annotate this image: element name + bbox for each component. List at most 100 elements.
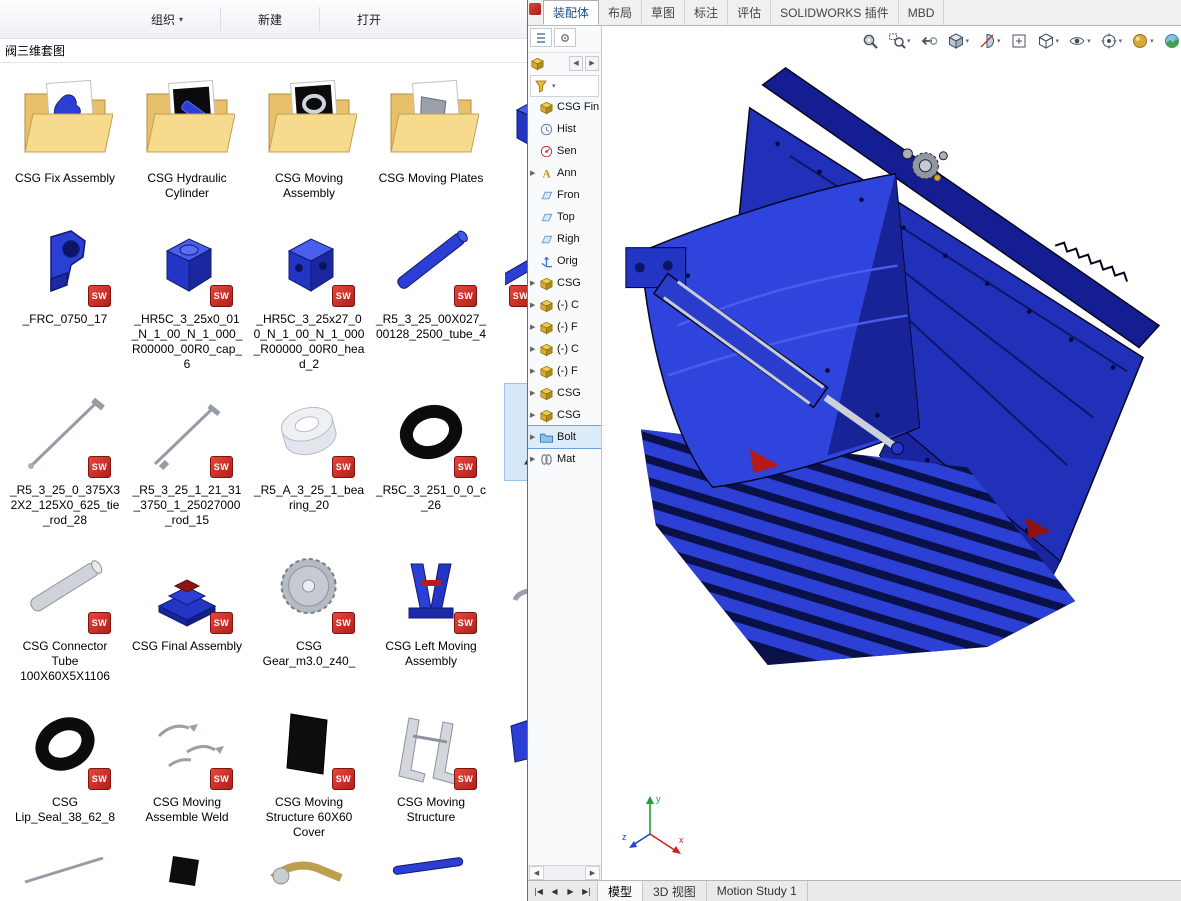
tree-item[interactable]: ▶Mat: [528, 448, 601, 470]
expand-arrow-icon[interactable]: ▶: [530, 389, 539, 397]
file-item[interactable]: SWCSG Moving Structure: [370, 696, 492, 825]
tree-filter[interactable]: ▾: [530, 75, 599, 97]
organize-button[interactable]: 组织 ▾: [140, 6, 194, 33]
chevron-down-icon: ▾: [907, 37, 911, 45]
edit-appearance-icon[interactable]: ▾: [1128, 30, 1157, 52]
tree-item[interactable]: CSG Fin: [528, 96, 601, 118]
panel-forward-button[interactable]: ▶: [585, 56, 599, 71]
file-item[interactable]: [248, 852, 370, 901]
tree-item[interactable]: ▶(-) C: [528, 338, 601, 360]
view-settings-icon[interactable]: ▾: [1097, 30, 1126, 52]
file-item[interactable]: SWCSG Lip_Seal_38_62_8: [4, 696, 126, 825]
expand-arrow-icon[interactable]: ▶: [530, 367, 539, 375]
tree-item[interactable]: ▶Bolt: [528, 426, 601, 448]
expand-arrow-icon[interactable]: ▶: [530, 323, 539, 331]
tree-item[interactable]: ▶ CSG: [528, 382, 601, 404]
folder-title: 阀三维套图: [0, 39, 560, 63]
file-item[interactable]: SW_R5_A_3_25_1_bearing_20: [248, 384, 370, 513]
scroll-right-button[interactable]: ▶: [585, 866, 600, 880]
new-button[interactable]: 新建: [247, 6, 293, 33]
zoom-to-area-icon[interactable]: ▾: [885, 30, 914, 52]
tree-item-label: CSG: [557, 387, 581, 399]
graphics-viewport[interactable]: y x z ▾▾▾▾▾▾▾▾: [528, 26, 1181, 880]
tree-item[interactable]: Righ: [528, 228, 601, 250]
expand-arrow-icon[interactable]: ▶: [530, 433, 539, 441]
file-item[interactable]: SW_R5C_3_251_0_0_c_26: [370, 384, 492, 513]
tab-scroll-prev-button[interactable]: ◀: [547, 887, 562, 896]
panel-back-button[interactable]: ◀: [569, 56, 583, 71]
tab-scroll-first-button[interactable]: |◀: [531, 887, 546, 896]
tab-scroll-next-button[interactable]: ▶: [563, 887, 578, 896]
file-item[interactable]: [126, 852, 248, 901]
file-label: _R5_A_3_25_1_bearing_20: [253, 483, 365, 513]
file-item[interactable]: SW_FRC_0750_17: [4, 213, 126, 327]
expand-arrow-icon[interactable]: ▶: [530, 455, 539, 463]
tree-item[interactable]: ▶CSG: [528, 404, 601, 426]
file-item[interactable]: SWCSG Final Assembly: [126, 540, 248, 654]
file-item[interactable]: [4, 852, 126, 901]
file-thumbnail: [17, 852, 113, 901]
file-thumbnail: SW: [139, 696, 235, 792]
tree-item[interactable]: Orig: [528, 250, 601, 272]
bottom-tab-Motion Study 1[interactable]: Motion Study 1: [707, 881, 808, 901]
tree-item[interactable]: ▶CSG: [528, 272, 601, 294]
tree-item[interactable]: Hist: [528, 118, 601, 140]
ribbon-tab-装配体[interactable]: 装配体: [543, 0, 599, 25]
file-explorer-window: 组织 ▾ 新建 打开 阀三维套图 CSG Fix AssemblyCSG Hyd…: [0, 0, 560, 901]
dynamic-assembly-motion-icon[interactable]: [1007, 30, 1031, 52]
expand-arrow-icon[interactable]: ▶: [530, 301, 539, 309]
file-item[interactable]: SWCSG Left Moving Assembly: [370, 540, 492, 669]
open-button[interactable]: 打开: [346, 6, 392, 33]
display-style-icon[interactable]: ▾: [1034, 30, 1063, 52]
tree-item[interactable]: ▶AAnn: [528, 162, 601, 184]
tree-item-label: CSG Fin: [557, 101, 599, 113]
propertymanager-tab[interactable]: [554, 28, 576, 47]
tree-item[interactable]: ▶(-) F: [528, 316, 601, 338]
file-item[interactable]: CSG Hydraulic Cylinder: [126, 72, 248, 201]
file-item[interactable]: SW_HR5C_3_25x0_01_N_1_00_N_1_000_R00000_…: [126, 213, 248, 372]
ribbon-tab-MBD[interactable]: MBD: [899, 0, 945, 25]
previous-view-icon[interactable]: [917, 30, 941, 52]
component-icon: [539, 407, 555, 423]
ribbon-tab-布局[interactable]: 布局: [599, 0, 642, 25]
file-item[interactable]: CSG Fix Assembly: [4, 72, 126, 186]
ribbon-tab-SOLIDWORKS 插件[interactable]: SOLIDWORKS 插件: [771, 0, 899, 25]
tab-scroll-last-button[interactable]: ▶|: [579, 887, 594, 896]
expand-arrow-icon[interactable]: ▶: [530, 345, 539, 353]
ribbon-tab-评估[interactable]: 评估: [728, 0, 771, 25]
file-item[interactable]: SWCSG Gear_m3.0_z40_: [248, 540, 370, 669]
file-item[interactable]: SW_HR5C_3_25x27_00_N_1_00_N_1_000_R00000…: [248, 213, 370, 372]
component-icon: [539, 319, 555, 335]
zoom-fit-icon[interactable]: [858, 30, 882, 52]
tree-horizontal-scrollbar[interactable]: ◀ ▶: [528, 865, 601, 880]
file-item[interactable]: [370, 852, 492, 901]
bottom-tab-模型[interactable]: 模型: [598, 881, 643, 901]
expand-arrow-icon[interactable]: ▶: [530, 169, 539, 177]
tree-item[interactable]: ▶(-) F: [528, 360, 601, 382]
featuremanager-tab[interactable]: [530, 28, 552, 47]
view-orientation-icon[interactable]: ▾: [944, 30, 973, 52]
panel-tab-strip: [528, 26, 601, 53]
expand-arrow-icon[interactable]: ▶: [530, 411, 539, 419]
file-label: CSG Moving Assemble Weld: [131, 795, 243, 825]
file-item[interactable]: SW_R5_3_25_00X027_00128_2500_tube_4: [370, 213, 492, 342]
file-item[interactable]: SW_R5_3_25_1_21_31_3750_1_25027000_rod_1…: [126, 384, 248, 528]
file-item[interactable]: SWCSG Connector Tube 100X60X5X1106: [4, 540, 126, 684]
section-view-icon[interactable]: ▾: [975, 30, 1004, 52]
ribbon-tab-标注[interactable]: 标注: [685, 0, 728, 25]
tree-item[interactable]: Sen: [528, 140, 601, 162]
tree-item[interactable]: ▶(-) C: [528, 294, 601, 316]
apply-scene-icon[interactable]: ▾: [1160, 30, 1181, 52]
hide-show-items-icon[interactable]: ▾: [1065, 30, 1094, 52]
file-item[interactable]: SWCSG Moving Structure 60X60 Cover: [248, 696, 370, 840]
file-item[interactable]: SW_R5_3_25_0_375X32X2_125X0_625_tie_rod_…: [4, 384, 126, 528]
tree-item[interactable]: Top: [528, 206, 601, 228]
file-item[interactable]: CSG Moving Plates: [370, 72, 492, 186]
file-item[interactable]: CSG Moving Assembly: [248, 72, 370, 201]
ribbon-tab-草图[interactable]: 草图: [642, 0, 685, 25]
bottom-tab-3D 视图[interactable]: 3D 视图: [643, 881, 707, 901]
scroll-left-button[interactable]: ◀: [529, 866, 544, 880]
tree-item[interactable]: Fron: [528, 184, 601, 206]
file-item[interactable]: SWCSG Moving Assemble Weld: [126, 696, 248, 825]
expand-arrow-icon[interactable]: ▶: [530, 279, 539, 287]
